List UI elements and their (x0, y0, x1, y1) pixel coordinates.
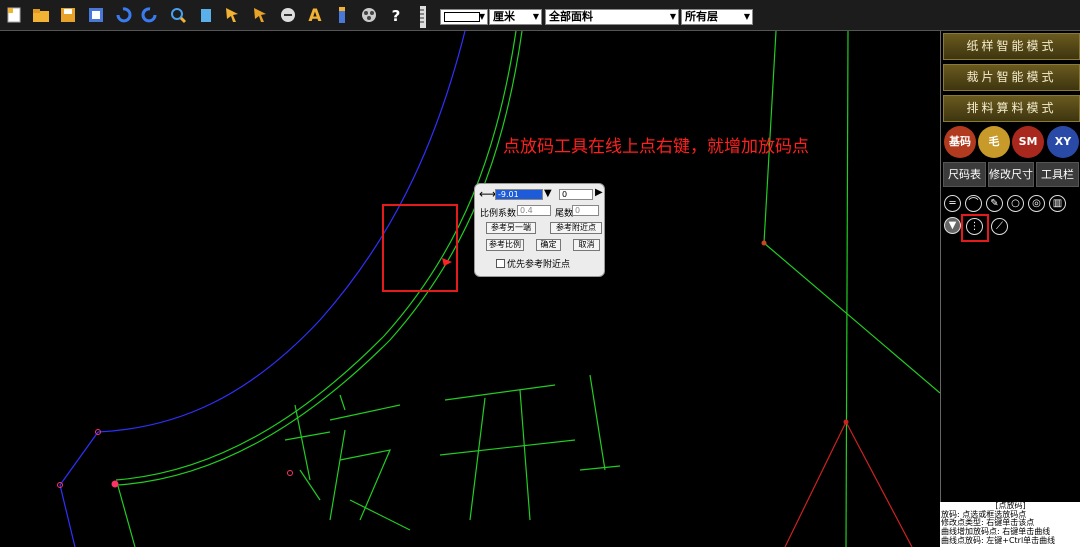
pattern-drawing (57, 31, 940, 547)
ratio-label: 比例系数 (480, 209, 517, 219)
circle-tool-icon[interactable]: ○ (1007, 195, 1024, 212)
redo-icon[interactable] (140, 6, 160, 26)
material-select-value: 全部面料 (549, 10, 593, 23)
curve-tool-icon[interactable]: ⌒ (965, 195, 982, 212)
seam-allowance-button[interactable]: 毛 (978, 126, 1010, 158)
clear-icon[interactable] (196, 6, 216, 26)
point-grade-dialog: ⟷ -9.01 ▼ 0 ▶ 比例系数 0.4 尾数 0 参考另一端 参考附近点 … (474, 183, 605, 277)
wrench-tool-icon[interactable]: ✎ (986, 195, 1003, 212)
chevron-down-icon: ▼ (478, 12, 485, 21)
dx-input[interactable]: -9.01 (495, 189, 543, 200)
unit-select[interactable]: 厘米 ▼ (489, 9, 542, 25)
arrow-select-icon[interactable] (223, 6, 243, 26)
ratio-input[interactable]: 0.4 (517, 205, 551, 216)
arrow-adjust-icon[interactable] (251, 6, 271, 26)
status-help-panel: [点放码] 放码: 点选或框选放码点 修改点类型: 右键单击该点 曲线增加放码点… (940, 502, 1080, 547)
ref-other-end-button[interactable]: 参考另一端 (486, 222, 536, 234)
undo-icon[interactable] (113, 6, 133, 26)
measure-icon[interactable] (278, 6, 298, 26)
tail-label: 尾数 (555, 209, 574, 219)
size-chart-button[interactable]: 尺码表 (943, 162, 986, 187)
triangle-right-icon[interactable]: ▶ (595, 187, 603, 198)
modify-size-button[interactable]: 修改尺寸 (988, 162, 1034, 187)
tail-input[interactable]: 0 (572, 205, 599, 216)
prefer-near-checkbox[interactable] (496, 259, 505, 268)
open-folder-icon[interactable] (31, 6, 51, 26)
ok-button[interactable]: 确定 (536, 239, 561, 251)
line-style-swatch (444, 12, 480, 22)
chevron-down-icon: ▼ (669, 12, 676, 21)
toolbar-button[interactable]: 工具栏 (1036, 162, 1079, 187)
ref-ratio-button[interactable]: 参考比例 (486, 239, 524, 251)
ruler-icon[interactable] (414, 6, 434, 28)
save-icon[interactable] (58, 6, 78, 26)
watermark-strokes (284, 374, 621, 531)
base-size-button[interactable]: 基码 (944, 126, 976, 158)
red-guide-line (784, 421, 847, 547)
export-icon[interactable] (86, 6, 106, 26)
ref-near-point-button[interactable]: 参考附近点 (550, 222, 602, 234)
green-guide-line (763, 242, 940, 394)
layer-select-value: 所有层 (685, 10, 718, 23)
target-tool-icon[interactable]: ◎ (1028, 195, 1045, 212)
grade-point (843, 419, 849, 425)
sm-button[interactable]: SM (1012, 126, 1044, 158)
grade-point (761, 240, 767, 246)
green-guide-line (845, 31, 849, 547)
instruction-annotation: 点放码工具在线上点右键，就增加放码点 (503, 137, 809, 157)
marker-calc-mode-button[interactable]: 排料算料模式 (943, 95, 1080, 122)
drawing-canvas[interactable]: 点放码工具在线上点右键，就增加放码点 (0, 31, 940, 547)
status-line: 曲线点放码: 左键+Ctrl单击曲线 (941, 535, 1056, 545)
pattern-smart-mode-button[interactable]: 纸样智能模式 (943, 33, 1080, 60)
horizontal-arrow-icon: ⟷ (479, 187, 497, 201)
grade-point (111, 480, 119, 488)
layer-select[interactable]: 所有层 ▼ (681, 9, 753, 25)
triangle-down-icon[interactable]: ▼ (544, 188, 552, 199)
zoom-icon[interactable] (168, 6, 188, 26)
prefer-near-label: 优先参考附近点 (507, 260, 571, 270)
chevron-down-icon: ▼ (532, 12, 539, 21)
cancel-button[interactable]: 取消 (573, 239, 600, 251)
highlight-box (382, 204, 458, 292)
text-icon[interactable]: A (305, 6, 325, 26)
figure-icon[interactable] (332, 6, 352, 26)
xy-button[interactable]: XY (1047, 126, 1079, 158)
new-file-icon[interactable] (4, 6, 24, 26)
diagonal-line-tool-icon[interactable]: ⟋ (991, 218, 1008, 235)
main-toolbar: A ? ▼ 厘米 ▼ 全部面料 ▼ 所有层 ▼ (0, 0, 1080, 31)
cut-piece-smart-mode-button[interactable]: 裁片智能模式 (943, 64, 1080, 91)
help-icon[interactable]: ? (386, 6, 406, 26)
unit-select-value: 厘米 (493, 10, 515, 23)
right-sidebar: 纸样智能模式 裁片智能模式 排料算料模式 基码 毛 SM XY 尺码表 修改尺寸… (940, 31, 1080, 547)
chevron-down-icon: ▼ (743, 12, 750, 21)
point-grade-tool-icon[interactable]: ⋮ (966, 218, 983, 235)
grade-point (287, 470, 293, 476)
shirt-tool-icon[interactable]: ▼ (944, 217, 961, 234)
material-select[interactable]: 全部面料 ▼ (545, 9, 679, 25)
red-guide-line (845, 421, 913, 547)
green-pattern-edge (117, 485, 136, 547)
line-style-select[interactable]: ▼ (440, 9, 488, 25)
dy-input[interactable]: 0 (559, 189, 593, 200)
blue-pattern-line (59, 431, 99, 547)
trash-tool-icon[interactable]: ▥ (1049, 195, 1066, 212)
palette-icon[interactable] (359, 6, 379, 26)
line-tool-icon[interactable]: ═ (944, 195, 961, 212)
